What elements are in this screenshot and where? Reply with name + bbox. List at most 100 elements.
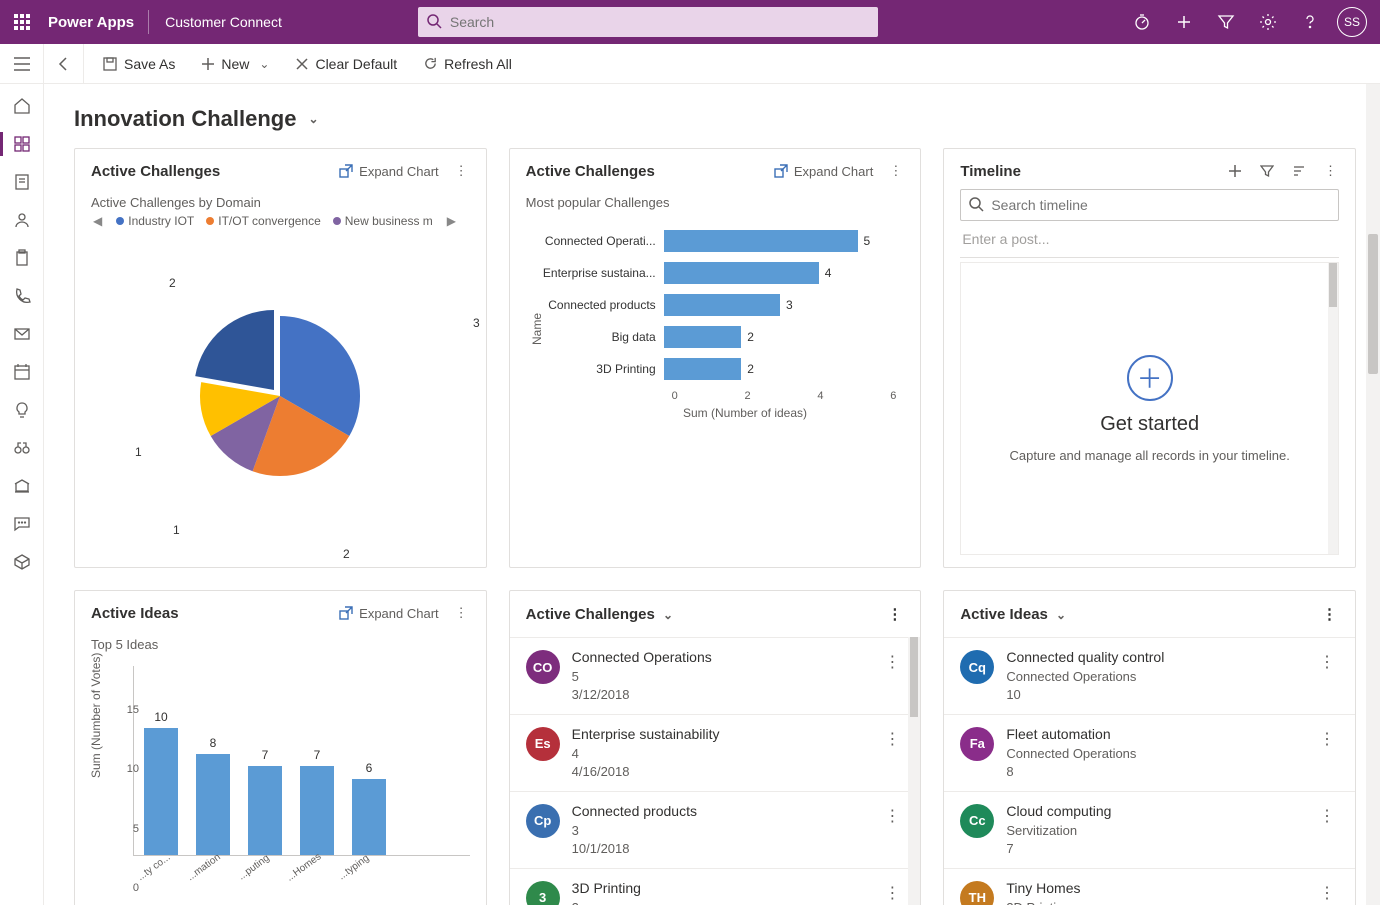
more-icon[interactable]: ⋮ xyxy=(1322,161,1339,181)
more-icon[interactable]: ⋮ xyxy=(880,725,904,753)
more-icon[interactable]: ⋮ xyxy=(453,161,470,181)
list-text: Connected quality controlConnected Opera… xyxy=(1006,648,1303,704)
add-icon[interactable] xyxy=(1164,0,1204,44)
hbar-fill xyxy=(664,326,742,348)
nav-chat-icon[interactable] xyxy=(0,506,44,542)
save-as-button[interactable]: Save As xyxy=(92,52,185,76)
more-icon[interactable]: ⋮ xyxy=(1315,879,1339,905)
nav-toggle-icon[interactable] xyxy=(0,44,44,84)
more-icon[interactable]: ⋮ xyxy=(1315,648,1339,676)
hbar-value: 5 xyxy=(858,234,871,248)
page-title-text: Innovation Challenge xyxy=(74,106,296,132)
chart-subtitle: Most popular Challenges xyxy=(526,195,905,210)
expand-chart-button[interactable]: Expand Chart xyxy=(774,164,874,179)
scrollbar[interactable] xyxy=(1328,263,1338,554)
refresh-all-button[interactable]: Refresh All xyxy=(413,52,522,76)
help-icon[interactable] xyxy=(1290,0,1330,44)
more-icon[interactable]: ⋮ xyxy=(453,603,470,623)
vbar-value: 6 xyxy=(366,761,373,775)
legend-next-icon[interactable]: ▶ xyxy=(445,214,458,228)
card-title: Active Challenges xyxy=(91,163,220,180)
nav-phone-icon[interactable] xyxy=(0,278,44,314)
add-icon[interactable] xyxy=(1226,162,1244,180)
filter-icon[interactable] xyxy=(1206,0,1246,44)
nav-accounts-icon[interactable] xyxy=(0,164,44,200)
nav-home-icon[interactable] xyxy=(0,88,44,124)
main-area: Innovation Challenge ⌄ Active Challenges… xyxy=(44,84,1380,905)
timeline-search-input[interactable] xyxy=(960,189,1339,221)
new-button[interactable]: New⌄ xyxy=(191,52,279,76)
pie-value-label: 2 xyxy=(343,547,350,561)
user-avatar[interactable]: SS xyxy=(1332,0,1372,44)
more-icon[interactable]: ⋮ xyxy=(1315,802,1339,830)
list-title-dropdown[interactable]: Active Ideas ⌄ xyxy=(960,606,1066,623)
list-item[interactable]: 3 3D Printing2 ⋮ xyxy=(510,868,921,905)
list-item[interactable]: Cc Cloud computingServitization7 ⋮ xyxy=(944,791,1355,868)
more-icon[interactable]: ⋮ xyxy=(1320,603,1339,625)
nav-bank-icon[interactable] xyxy=(0,468,44,504)
more-icon[interactable]: ⋮ xyxy=(885,603,904,625)
list-item[interactable]: Cq Connected quality controlConnected Op… xyxy=(944,637,1355,714)
plus-circle-icon[interactable]: ＋ xyxy=(1127,355,1173,401)
hbar-row: Connected Operati... 5 xyxy=(534,230,897,252)
expand-chart-button[interactable]: Expand Chart xyxy=(339,164,439,179)
chevron-down-icon: ⌄ xyxy=(1056,608,1066,622)
nav-dashboard-icon[interactable] xyxy=(0,126,44,162)
global-search-input[interactable] xyxy=(418,7,878,37)
main-scrollbar[interactable] xyxy=(1366,84,1380,905)
timer-icon[interactable] xyxy=(1122,0,1162,44)
nav-package-icon[interactable] xyxy=(0,544,44,580)
vbar-value: 7 xyxy=(314,748,321,762)
nav-idea-icon[interactable] xyxy=(0,392,44,428)
nav-contacts-icon[interactable] xyxy=(0,202,44,238)
more-icon[interactable]: ⋮ xyxy=(880,802,904,830)
clear-default-label: Clear Default xyxy=(315,56,397,72)
app-launcher-icon[interactable] xyxy=(0,14,44,30)
nav-clipboard-icon[interactable] xyxy=(0,240,44,276)
expand-chart-label: Expand Chart xyxy=(359,164,439,179)
hbar-label: 3D Printing xyxy=(534,362,664,376)
more-icon[interactable]: ⋮ xyxy=(887,161,904,181)
list-title-dropdown[interactable]: Active Challenges ⌄ xyxy=(526,606,673,623)
vbar-chart: Sum (Number of Votes) 151050 108776 ...t… xyxy=(91,656,470,873)
get-started-subtitle: Capture and manage all records in your t… xyxy=(1009,448,1289,463)
more-icon[interactable]: ⋮ xyxy=(880,879,904,905)
pie-value-label: 1 xyxy=(135,445,142,459)
card-timeline: Timeline ⋮ Enter a post... ＋ G xyxy=(943,148,1356,568)
nav-mail-icon[interactable] xyxy=(0,316,44,352)
clear-default-button[interactable]: Clear Default xyxy=(285,52,407,76)
list-item[interactable]: Fa Fleet automationConnected Operations8… xyxy=(944,714,1355,791)
expand-chart-button[interactable]: Expand Chart xyxy=(339,606,439,621)
timeline-post-input[interactable]: Enter a post... xyxy=(960,221,1339,258)
chevron-down-icon: ⌄ xyxy=(308,112,318,126)
list-item[interactable]: Cp Connected products310/1/2018 ⋮ xyxy=(510,791,921,868)
sort-icon[interactable] xyxy=(1290,162,1308,180)
list-text: Enterprise sustainability44/16/2018 xyxy=(572,725,869,781)
refresh-all-label: Refresh All xyxy=(444,56,512,72)
legend-prev-icon[interactable]: ◀ xyxy=(91,214,104,228)
settings-icon[interactable] xyxy=(1248,0,1288,44)
list-item[interactable]: Es Enterprise sustainability44/16/2018 ⋮ xyxy=(510,714,921,791)
card-active-ideas-list: Active Ideas ⌄ ⋮ Cq Connected quality co… xyxy=(943,590,1356,905)
more-icon[interactable]: ⋮ xyxy=(880,648,904,676)
get-started-title: Get started xyxy=(1100,413,1199,436)
list-item[interactable]: TH Tiny Homes3D Printing ⋮ xyxy=(944,868,1355,905)
hbar-fill xyxy=(664,358,742,380)
more-icon[interactable]: ⋮ xyxy=(1315,725,1339,753)
list-item[interactable]: CO Connected Operations53/12/2018 ⋮ xyxy=(510,637,921,714)
page-title-dropdown[interactable]: Innovation Challenge ⌄ xyxy=(74,84,1356,148)
scrollbar[interactable] xyxy=(908,637,920,905)
nav-binoculars-icon[interactable] xyxy=(0,430,44,466)
timeline-search-wrap xyxy=(960,189,1339,221)
list-badge: Es xyxy=(526,727,560,761)
filter-icon[interactable] xyxy=(1258,162,1276,180)
back-button[interactable] xyxy=(44,44,84,84)
vbar: 7 xyxy=(300,766,334,855)
chevron-down-icon: ⌄ xyxy=(259,57,269,71)
list-text: 3D Printing2 xyxy=(572,879,869,905)
nav-calendar-icon[interactable] xyxy=(0,354,44,390)
hbar-label: Connected Operati... xyxy=(534,234,664,248)
card-title: Active Ideas xyxy=(91,605,179,622)
save-as-label: Save As xyxy=(124,56,175,72)
y-axis-label: Name xyxy=(530,313,544,345)
